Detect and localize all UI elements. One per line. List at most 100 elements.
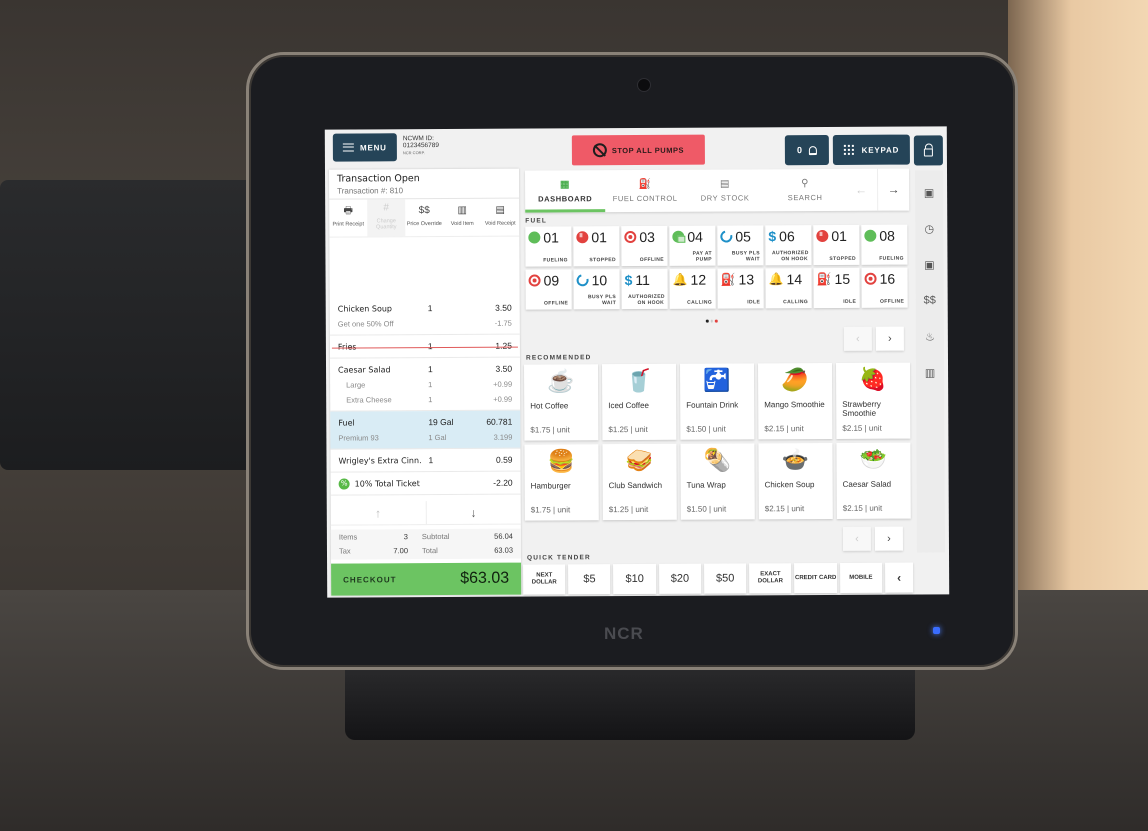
product-tile[interactable]: 🥗 Caesar Salad $2.15 | unit: [836, 442, 911, 519]
pump-tile[interactable]: $06 AUTHORIZED ON HOOK: [765, 225, 811, 266]
product-tile[interactable]: 🥤 Iced Coffee $1.25 | unit: [602, 363, 677, 441]
pump-tile[interactable]: $11 AUTHORIZED ON HOOK: [621, 268, 668, 310]
notifications-button[interactable]: 0: [784, 134, 829, 166]
tender-mobile[interactable]: MOBILE: [839, 562, 883, 593]
item-name: Chicken Soup: [338, 304, 428, 313]
pump-header: 01: [576, 229, 616, 245]
clock-icon: ◷: [924, 222, 935, 235]
product-tile[interactable]: 🥭 Mango Smoothie $2.15 | unit: [758, 362, 833, 440]
tender-5[interactable]: $5: [568, 564, 611, 595]
action-label: Void Item: [450, 220, 474, 227]
lock-icon: [923, 148, 933, 157]
sidebar-button-no-barcode[interactable]: ▥: [922, 364, 938, 380]
pump-tile[interactable]: 16 OFFLINE: [861, 267, 908, 308]
pump-tile[interactable]: 03 OFFLINE: [621, 225, 667, 267]
line-item[interactable]: Chicken Soup 1 3.50 Get one 50% Off -1.75: [329, 296, 520, 336]
products-next-button[interactable]: ›: [874, 526, 903, 551]
item-qty: 19 Gal: [428, 416, 454, 428]
tender-exact-dollar[interactable]: EXACT DOLLAR: [749, 563, 792, 594]
pump-tile[interactable]: 🔔 14 CALLING: [765, 268, 812, 309]
tab-search[interactable]: ⚲ SEARCH: [765, 169, 845, 211]
product-tile[interactable]: 🍔 Hamburger $1.75 | unit: [524, 444, 599, 521]
pump-tile[interactable]: ⛽ 15 IDLE: [813, 267, 860, 309]
hash-icon: #: [383, 202, 389, 214]
pump-tile[interactable]: 10 BUSY PLS WAIT: [573, 269, 620, 310]
pumps-next-button[interactable]: ›: [875, 326, 904, 351]
action-hash[interactable]: # Change Quantity: [367, 199, 406, 237]
nav-tabs: ▦ DASHBOARD ⛽ FUEL CONTROL ▤ DRY STOCK ⚲ SEARCH…: [524, 168, 910, 213]
action-label: Price Override: [406, 221, 442, 228]
action-void-receipt[interactable]: ▤ Void Receipt: [481, 199, 519, 236]
scroll-down-button[interactable]: ↓: [425, 500, 521, 525]
pump-number: 03: [639, 228, 655, 245]
action-void-item[interactable]: ▥ Void Item: [443, 199, 481, 236]
lock-button[interactable]: [913, 135, 943, 166]
pump-tile[interactable]: 01 STOPPED: [573, 226, 619, 267]
pump-tile[interactable]: 05 BUSY PLS WAIT: [717, 225, 763, 266]
product-image: 🥪: [625, 447, 654, 474]
checkout-button[interactable]: CHECKOUT $63.03: [331, 562, 522, 596]
pump-status: CALLING: [687, 299, 713, 306]
product-price: $1.50 | unit: [686, 424, 726, 434]
tender-10[interactable]: $10: [613, 563, 656, 595]
tab-dry-stock[interactable]: ▤ DRY STOCK: [685, 169, 765, 211]
tender-next-dollar[interactable]: NEXT DOLLAR: [523, 564, 566, 595]
recommended-section-label: RECOMMENDED: [525, 354, 592, 362]
sidebar-button-cash-drawer[interactable]: ▣: [921, 184, 937, 200]
sidebar-button-cake[interactable]: ♨: [922, 328, 938, 344]
no-barcode-icon: ▥: [924, 366, 936, 379]
pump-header: 05: [718, 228, 760, 245]
pump-tile[interactable]: 08 FUELING: [861, 224, 907, 265]
ncr-logo: NCR: [604, 624, 644, 643]
modifier-qty: 1: [428, 380, 433, 390]
pump-header: ⛽ 15: [817, 271, 857, 287]
tender-credit-card[interactable]: CREDIT CARD: [794, 562, 837, 594]
pump-status: OFFLINE: [879, 298, 905, 305]
pump-tile[interactable]: 09 OFFLINE: [525, 269, 572, 310]
product-tile[interactable]: 🍲 Chicken Soup $2.15 | unit: [758, 442, 833, 520]
tender-collapse-button[interactable]: ‹: [884, 562, 914, 593]
pump-tile[interactable]: 🔔 12 CALLING: [669, 268, 716, 309]
product-tile[interactable]: 🥪 Club Sandwich $1.25 | unit: [602, 443, 677, 521]
line-item[interactable]: Caesar Salad 1 3.50 Large 1 +0.99 Extra Cheese…: [329, 357, 521, 412]
stopped-status-icon: [576, 231, 589, 244]
pump-tile[interactable]: 01 FUELING: [525, 226, 571, 267]
pump-number: 05: [735, 228, 751, 245]
action-price-override[interactable]: $$ Price Override: [405, 199, 443, 236]
tender-50[interactable]: $50: [703, 563, 747, 594]
checkout-amount: $63.03: [460, 569, 510, 587]
pump-status: STOPPED: [589, 256, 616, 263]
product-tile[interactable]: 🌯 Tuna Wrap $1.50 | unit: [680, 443, 755, 520]
product-tile[interactable]: 🚰 Fountain Drink $1.50 | unit: [680, 363, 755, 440]
scroll-up-button[interactable]: ↑: [331, 501, 426, 524]
product-tile[interactable]: 🍓 Strawberry Smoothie $2.15 | unit: [836, 362, 911, 439]
line-item[interactable]: % 10% Total Ticket -2.20: [330, 471, 521, 496]
pump-tile[interactable]: 04 PAY AT PUMP: [669, 225, 715, 266]
product-tile[interactable]: ☕ Hot Coffee $1.75 | unit: [524, 364, 599, 441]
stop-all-pumps-button[interactable]: STOP ALL PUMPS: [571, 134, 705, 166]
line-item[interactable]: Wrigley's Extra Cinn. 1 0.59: [330, 448, 521, 473]
tabs-next-button[interactable]: →: [876, 168, 910, 211]
tabs-prev-button[interactable]: ←: [845, 169, 877, 211]
tender-20[interactable]: $20: [658, 563, 702, 594]
line-item-main: % 10% Total Ticket -2.20: [338, 475, 513, 492]
arrow-right-icon: →: [887, 182, 900, 197]
pump-tile[interactable]: 01 STOPPED: [813, 224, 859, 266]
menu-button[interactable]: MENU: [332, 133, 397, 162]
product-image: 🥭: [781, 367, 809, 393]
products-prev-button[interactable]: ‹: [842, 526, 871, 551]
tab-dashboard[interactable]: ▦ DASHBOARD: [525, 170, 605, 212]
pumps-prev-button[interactable]: ‹: [843, 326, 872, 351]
line-item[interactable]: Fries 1 1.25: [329, 334, 520, 359]
sidebar-button-clock[interactable]: ◷: [921, 220, 937, 236]
action-printer[interactable]: 🖶 Print Receipt: [329, 199, 367, 236]
sidebar-button-coins[interactable]: $$: [922, 292, 938, 308]
modifier-qty: 1: [428, 395, 433, 405]
sidebar-button-cash-drawer[interactable]: ▣: [921, 256, 937, 272]
keypad-button[interactable]: KEYPAD: [832, 134, 910, 165]
pump-tile[interactable]: ⛽ 13 IDLE: [717, 268, 764, 309]
subline-price: -1.75: [494, 318, 512, 328]
line-item[interactable]: Fuel 19 Gal 60.781 Premium 93 1 Gal 3.199: [330, 410, 521, 450]
product-price: $2.15 | unit: [764, 424, 804, 434]
tab-fuel-control[interactable]: ⛽ FUEL CONTROL: [605, 170, 685, 212]
